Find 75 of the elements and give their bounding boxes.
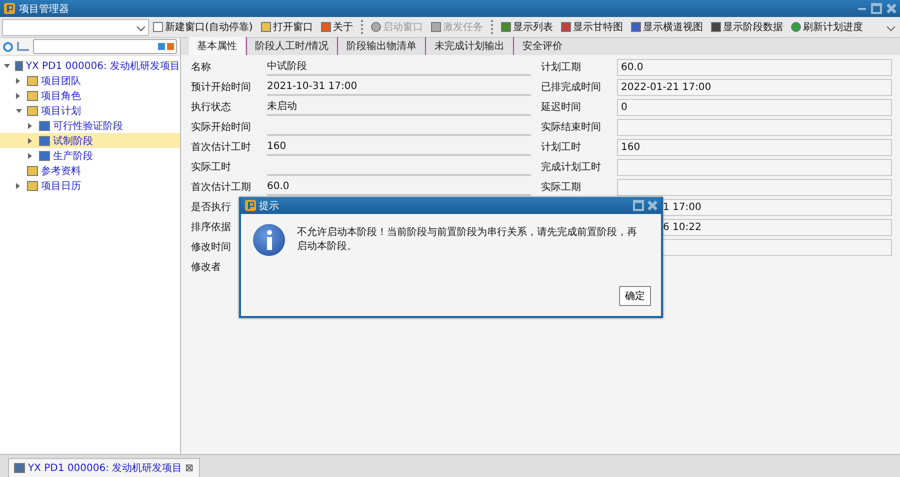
toolbar-button[interactable]: 显示阶段数据: [706, 20, 787, 34]
field-label: 实际工时: [191, 160, 231, 174]
input-field[interactable]: 160: [617, 138, 892, 156]
field-value: 160: [267, 138, 531, 156]
toolbar-button[interactable]: 刷新计划进度: [786, 20, 867, 34]
toolbar-icon: [320, 22, 331, 32]
field-label: 首次估计工时: [191, 140, 251, 154]
field-value: 中试阶段: [267, 58, 531, 76]
tree-item[interactable]: 生产阶段: [0, 148, 180, 163]
input-field[interactable]: [617, 158, 892, 176]
field-label: 修改时间: [191, 240, 231, 254]
tab[interactable]: 安全评价: [513, 37, 570, 55]
tree-item[interactable]: 项目日历: [0, 178, 180, 193]
toolbar-icon: [560, 22, 571, 32]
dialog-controls-icon[interactable]: [633, 200, 657, 211]
field-label: 实际工期: [541, 180, 581, 194]
input-field[interactable]: 2022-01-21 17:00: [617, 78, 892, 96]
toolbar-icon: [370, 22, 381, 32]
field-label: 排序依据: [191, 220, 231, 234]
toolbar-button[interactable]: 显示横道视图: [626, 20, 707, 34]
field-label: 延迟时间: [541, 100, 581, 114]
toolbar-button[interactable]: 打开窗口: [256, 20, 317, 34]
toolbar-button[interactable]: 显示甘特图: [556, 20, 627, 34]
toolbar-button[interactable]: 显示列表: [496, 20, 557, 34]
app-logo-icon: [4, 3, 15, 14]
toolbar-icon: [430, 22, 441, 32]
field-value: 2021-10-31 17:00: [267, 78, 531, 96]
ok-button[interactable]: 确定: [619, 286, 651, 306]
field-label: 计划工时: [541, 140, 581, 154]
field-label: 完成计划工时: [541, 160, 601, 174]
tree-item[interactable]: 项目计划: [0, 103, 180, 118]
toolbar-icon: [790, 22, 801, 32]
toolbar-icon: [630, 22, 641, 32]
field-label: 修改者: [191, 260, 221, 274]
tree-item[interactable]: 参考资料: [0, 163, 180, 178]
document-tab[interactable]: YX PD1 000006: 发动机研发项目 ⊠: [8, 458, 200, 477]
tab[interactable]: 阶段输出物清单: [337, 37, 424, 55]
toolbar-icon: [260, 22, 271, 32]
app-logo-icon: [245, 200, 256, 211]
input-field[interactable]: 0: [617, 98, 892, 116]
window-title: 项目管理器: [19, 2, 69, 16]
field-value: 未启动: [267, 98, 531, 116]
tree-item[interactable]: 项目团队: [0, 73, 180, 88]
input-field[interactable]: 60.0: [617, 58, 892, 76]
input-field[interactable]: [617, 118, 892, 136]
field-label: 执行状态: [191, 100, 231, 114]
tab[interactable]: 未完成计划输出: [425, 37, 512, 55]
field-label: 预计开始时间: [191, 80, 251, 94]
toolbar-icon: [153, 22, 163, 32]
hierarchy-icon[interactable]: [17, 42, 29, 51]
search-field[interactable]: [33, 39, 177, 54]
tab[interactable]: 阶段人工时/情况: [246, 37, 336, 55]
tree-item[interactable]: 可行性验证阶段: [0, 118, 180, 133]
toolbar-icon: [710, 22, 721, 32]
tab[interactable]: 基本属性: [189, 37, 245, 55]
field-label: 计划工期: [541, 60, 581, 74]
project-combo[interactable]: [2, 18, 149, 36]
field-label: 实际结束时间: [541, 120, 601, 134]
toolbar-icon: [500, 22, 511, 32]
tree-item[interactable]: 试制阶段: [0, 133, 180, 148]
tree-item[interactable]: 项目角色: [0, 88, 180, 103]
sync-icon[interactable]: [3, 42, 13, 52]
field-label: 名称: [191, 61, 211, 74]
field-label: 已排完成时间: [541, 80, 601, 94]
info-icon: [253, 224, 285, 256]
dialog-title: 提示: [259, 200, 279, 212]
project-icon: [14, 463, 25, 473]
toolbar-button[interactable]: 新建窗口(自动停靠): [149, 20, 257, 34]
field-label: 首次估计工期: [191, 180, 251, 194]
tree-item[interactable]: YX PD1 000006: 发动机研发项目: [0, 58, 180, 73]
input-field[interactable]: [617, 178, 892, 196]
toolbar-button[interactable]: 关于: [316, 20, 357, 34]
window-controls-icon[interactable]: [858, 3, 896, 14]
field-label: 是否执行: [191, 200, 231, 214]
field-label: 实际开始时间: [191, 120, 251, 134]
